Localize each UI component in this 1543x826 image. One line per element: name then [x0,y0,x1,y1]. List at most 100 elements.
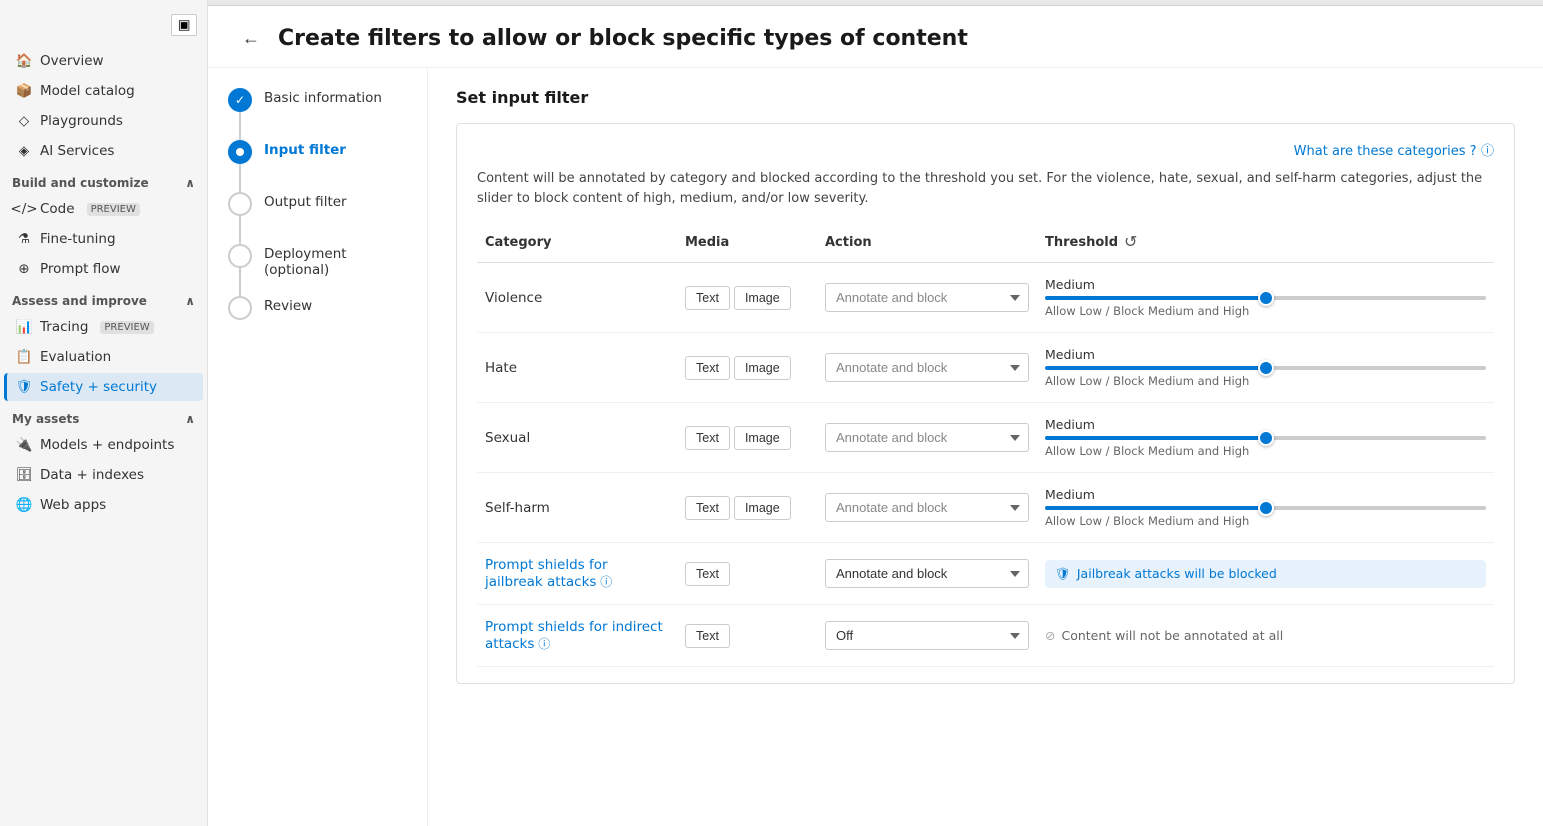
stepper: ✓ Basic information Input filter [208,68,428,826]
col-header-action: Action [817,224,1037,263]
help-link[interactable]: What are these categories ? [1294,144,1477,159]
sidebar-collapse-button[interactable]: ▣ [171,14,197,36]
threshold-cell: MediumAllow Low / Block Medium and High [1037,473,1494,543]
sidebar-item-label: Safety + security [40,379,157,395]
action-select[interactable]: Annotate and blockAnnotateOff [825,283,1029,312]
page-title: Create filters to allow or block specifi… [278,26,968,51]
prompt-flow-icon: ⊕ [16,261,32,277]
step-output-filter: Output filter [228,192,407,244]
threshold-slider[interactable] [1045,366,1486,370]
step-label: Review [264,296,312,314]
step-circle-pending [228,244,252,268]
media-button-text[interactable]: Text [685,286,730,310]
sidebar-item-prompt-flow[interactable]: ⊕ Prompt flow [4,255,203,283]
media-button-text[interactable]: Text [685,624,730,648]
sidebar-item-fine-tuning[interactable]: ⚗ Fine-tuning [4,225,203,253]
sidebar-item-code[interactable]: </> Code PREVIEW [4,195,203,223]
media-button-text[interactable]: Text [685,496,730,520]
sidebar-item-overview[interactable]: 🏠 Overview [4,47,203,75]
media-button-image[interactable]: Image [734,286,791,310]
col-header-category: Category [477,224,677,263]
step-label: Basic information [264,88,382,106]
media-cell: Text [677,543,817,605]
chevron-up-icon: ∧ [185,176,195,190]
table-row: Self-harm TextImage Annotate and blockAnno… [477,473,1494,543]
category-name[interactable]: Prompt shields for indirect attacks ⓘ [485,619,663,652]
filter-table: Category Media Action Threshold ↺ [477,224,1494,667]
sidebar: ▣ 🏠 Overview 📦 Model catalog ◇ Playgroun… [0,0,208,826]
sidebar-item-model-catalog[interactable]: 📦 Model catalog [4,77,203,105]
info-circle-icon: ⊘ [1045,628,1055,643]
check-icon: ✓ [235,93,245,107]
threshold-cell: MediumAllow Low / Block Medium and High [1037,263,1494,333]
step-deployment: Deployment (optional) [228,244,407,296]
threshold-hint: Allow Low / Block Medium and High [1045,304,1486,318]
sidebar-item-web-apps[interactable]: 🌐 Web apps [4,491,203,519]
info-icon: ⓘ [596,575,612,589]
action-select[interactable]: Annotate and blockAnnotateOff [825,559,1029,588]
action-select[interactable]: Annotate and blockAnnotateOff [825,621,1029,650]
content-area: ✓ Basic information Input filter [208,68,1543,826]
sidebar-item-label: Code [40,201,75,217]
threshold-hint: Allow Low / Block Medium and High [1045,514,1486,528]
action-select[interactable]: Annotate and blockAnnotateOff [825,493,1029,522]
sidebar-item-ai-services[interactable]: ◈ AI Services [4,137,203,165]
section-label: My assets [12,412,79,426]
sidebar-item-models-endpoints[interactable]: 🔌 Models + endpoints [4,431,203,459]
category-cell: Self-harm [477,473,677,543]
media-button-text[interactable]: Text [685,426,730,450]
step-circle-pending [228,192,252,216]
step-label: Output filter [264,192,347,210]
media-button-text[interactable]: Text [685,562,730,586]
step-indicator [228,296,252,320]
back-button[interactable]: ← [236,26,266,51]
sidebar-item-label: Models + endpoints [40,437,174,453]
collapse-icon: ▣ [178,17,191,33]
media-button-image[interactable]: Image [734,496,791,520]
step-indicator [228,192,252,244]
step-indicator [228,140,252,192]
media-button-text[interactable]: Text [685,356,730,380]
sidebar-item-label: Model catalog [40,83,135,99]
col-header-media: Media [677,224,817,263]
action-cell: Annotate and blockAnnotateOff [817,403,1037,473]
sidebar-item-label: Prompt flow [40,261,121,277]
action-select[interactable]: Annotate and blockAnnotateOff [825,353,1029,382]
action-select[interactable]: Annotate and blockAnnotateOff [825,423,1029,452]
preview-badge: PREVIEW [87,203,140,216]
step-label: Input filter [264,140,346,158]
indirect-info: ⊘Content will not be annotated at all [1045,628,1486,643]
threshold-label: Threshold [1045,235,1118,250]
sidebar-item-label: Data + indexes [40,467,144,483]
threshold-reset-button[interactable]: ↺ [1124,232,1137,252]
category-cell: Violence [477,263,677,333]
tracing-icon: 📊 [16,319,32,335]
step-connector [239,164,241,192]
sidebar-item-evaluation[interactable]: 📋 Evaluation [4,343,203,371]
sidebar-item-data-indexes[interactable]: 🗄 Data + indexes [4,461,203,489]
ai-services-icon: ◈ [16,143,32,159]
sidebar-item-playgrounds[interactable]: ◇ Playgrounds [4,107,203,135]
table-row: SexualTextImageAnnotate and blockAnnotat… [477,403,1494,473]
threshold-slider[interactable] [1045,296,1486,300]
step-label: Deployment (optional) [264,244,407,278]
section-build-customize[interactable]: Build and customize ∧ [0,166,207,194]
category-cell: Prompt shields for jailbreak attacks ⓘ [477,543,677,605]
catalog-icon: 📦 [16,83,32,99]
step-basic-info: ✓ Basic information [228,88,407,140]
chevron-up-icon: ∧ [185,294,195,308]
threshold-slider[interactable] [1045,436,1486,440]
section-title: Set input filter [456,88,1515,107]
sidebar-item-safety-security[interactable]: 🛡 Safety + security [4,373,203,401]
sidebar-item-tracing[interactable]: 📊 Tracing PREVIEW [4,313,203,341]
threshold-cell: ⊘Content will not be annotated at all [1037,605,1494,667]
category-name: Hate [485,360,517,376]
media-button-image[interactable]: Image [734,356,791,380]
threshold-slider[interactable] [1045,506,1486,510]
media-button-image[interactable]: Image [734,426,791,450]
section-assess-improve[interactable]: Assess and improve ∧ [0,284,207,312]
table-row: Prompt shields for jailbreak attacks ⓘ Te… [477,543,1494,605]
section-my-assets[interactable]: My assets ∧ [0,402,207,430]
data-icon: 🗄 [16,467,32,483]
category-name[interactable]: Prompt shields for jailbreak attacks ⓘ [485,557,612,590]
